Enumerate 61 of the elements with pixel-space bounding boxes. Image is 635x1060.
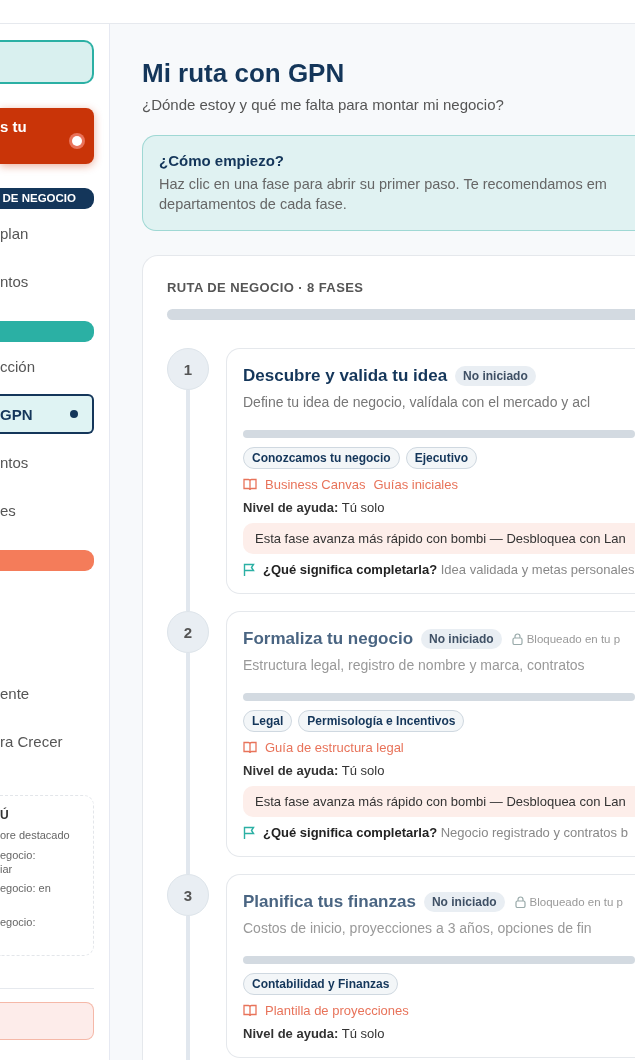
nav-item[interactable]: cción — [0, 342, 94, 390]
status-badge: No iniciado — [423, 892, 505, 913]
nav-item[interactable]: ntos — [0, 257, 94, 305]
upsell-banner[interactable]: Esta fase avanza más rápido con bombi — Desbloquea con Lan — [243, 523, 635, 555]
phase-card[interactable] — [226, 611, 635, 858]
info-text: iar — [0, 862, 14, 876]
flag-icon — [243, 562, 256, 577]
highlight-card[interactable]: s tu — [0, 108, 94, 164]
active-dot — [70, 410, 78, 418]
department-tag: Contabilidad y Finanzas — [243, 973, 399, 996]
phase-description: Estructura legal, registro de nombre y marca, contratos — [243, 657, 586, 674]
info-text: ore destacado — [0, 828, 71, 842]
info-text: egocio: — [0, 915, 37, 929]
locked-label: Bloqueado en tu p — [511, 633, 621, 646]
lock-icon — [514, 896, 526, 909]
nav-item[interactable]: es — [0, 486, 94, 534]
help-level: Nivel de ayuda: Tú solo — [243, 1026, 386, 1042]
department-tag: Legal — [243, 710, 293, 733]
upsell-banner[interactable]: Esta fase avanza más rápido con bombi — Desbloquea con Lan — [243, 786, 635, 818]
nav-item[interactable]: ente — [0, 669, 94, 717]
nav-item[interactable]: GPN — [0, 394, 94, 434]
book-icon — [243, 1004, 257, 1018]
locked-label: Bloqueado en tu p — [514, 896, 623, 909]
phase-title: Planifica tus finanzas — [243, 892, 416, 913]
hint-text: Haz clic en una fase para abrir su primer paso. Te recomendamos em — [159, 175, 608, 195]
info-text: egocio: en — [0, 881, 52, 895]
info-title: Ú — [0, 808, 10, 822]
phase-card[interactable]: Planifica tus finanzas No iniciado Bloqueado en tu p Costos de inicio, proyecciones a 3 años, opciones de fin Contabilidad y Finanzas Plantilla de proyecciones Nivel de ayuda: Tú solo — [226, 874, 635, 1059]
completion-text: ¿Qué significa completarla? Negocio registrado y contratos b — [263, 825, 628, 841]
hint-text: departamentos de cada fase. — [159, 195, 348, 215]
page-title: Mi ruta con GPN — [142, 58, 346, 90]
card-label: s tu — [0, 118, 27, 137]
route-heading: RUTA DE NEGOCIO · 8 FASES — [167, 280, 365, 296]
status-badge: No iniciado — [421, 629, 502, 650]
nav-item[interactable]: ra Crecer — [0, 717, 94, 765]
phase-description: Define tu idea de negocio, valídala con el mercado y acl — [243, 394, 592, 411]
help-level: Nivel de ayuda: Tú solo — [243, 763, 386, 779]
section-header: DE NEGOCIO — [0, 188, 94, 209]
phase-title: Descubre y valida tu idea — [243, 366, 448, 387]
department-tag: Permisología e Incentivos — [298, 710, 465, 733]
phase-description: Costos de inicio, proyecciones a 3 años, opciones de fin — [243, 920, 593, 937]
step-number: 1 — [167, 348, 209, 391]
step-number: 3 — [167, 874, 209, 917]
book-icon — [243, 741, 257, 755]
nav-item[interactable]: ntos — [0, 438, 94, 486]
hint-title: ¿Cómo empiezo? — [159, 152, 285, 170]
info-text: egocio: — [0, 848, 37, 862]
flag-icon — [243, 825, 256, 840]
page-subtitle: ¿Dónde estoy y qué me falta para montar mi negocio? — [142, 96, 505, 114]
step-number: 2 — [167, 611, 209, 654]
phase-title: Formaliza tu negocio — [243, 629, 414, 650]
department-tag: Conozcamos tu negocio — [243, 447, 400, 470]
status-dot — [72, 136, 82, 146]
book-icon — [243, 478, 257, 492]
phase-card[interactable] — [226, 348, 635, 595]
completion-text: ¿Qué significa completarla? Idea validada y metas personales — [263, 562, 635, 578]
lock-icon — [511, 633, 523, 646]
help-level: Nivel de ayuda: Tú solo — [243, 500, 386, 516]
department-tag: Ejecutivo — [405, 447, 478, 470]
nav-item[interactable]: plan — [0, 209, 94, 257]
status-badge: No iniciado — [455, 366, 536, 387]
